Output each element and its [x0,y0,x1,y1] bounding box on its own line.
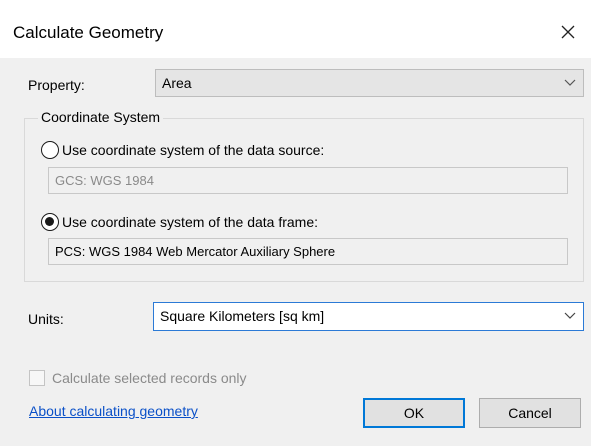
units-dropdown[interactable]: Square Kilometers [sq km] [153,302,584,331]
chevron-down-icon [564,312,576,319]
units-label: Units: [28,311,64,327]
selected-only-label: Calculate selected records only [52,370,247,386]
data-frame-cs-field: PCS: WGS 1984 Web Mercator Auxiliary Sph… [48,238,568,265]
title-bar: Calculate Geometry [0,0,591,58]
radio-data-source[interactable] [41,141,59,159]
calculate-geometry-dialog: Calculate Geometry Property: Area Coordi… [0,0,591,446]
data-frame-cs-value: PCS: WGS 1984 Web Mercator Auxiliary Sph… [55,244,336,259]
property-label: Property: [28,77,85,93]
property-dropdown[interactable]: Area [155,69,584,97]
close-button[interactable] [548,14,588,50]
property-value: Area [162,75,192,91]
radio-data-frame[interactable] [41,213,59,231]
coordinate-system-legend: Coordinate System [38,109,164,125]
radio-data-source-label[interactable]: Use coordinate system of the data source… [62,142,324,158]
close-icon [561,25,575,39]
data-source-cs-field: GCS: WGS 1984 [48,167,568,194]
about-calculating-geometry-link[interactable]: About calculating geometry [29,403,198,419]
selected-only-checkbox[interactable] [29,370,45,386]
dialog-title: Calculate Geometry [13,23,164,42]
data-source-cs-value: GCS: WGS 1984 [55,173,154,188]
cancel-button[interactable]: Cancel [479,398,581,428]
ok-button[interactable]: OK [363,398,465,428]
chevron-down-icon [564,79,576,86]
units-value: Square Kilometers [sq km] [160,308,325,324]
radio-data-frame-label[interactable]: Use coordinate system of the data frame: [62,214,318,230]
